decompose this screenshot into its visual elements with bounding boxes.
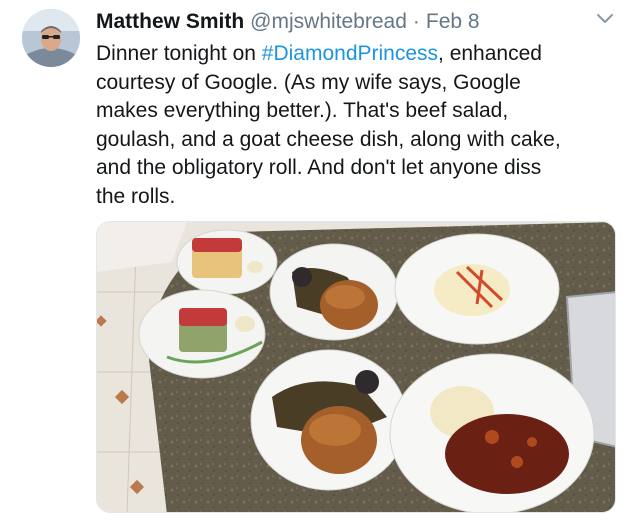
tweet-text-line: and the obligatory roll. And don't let a… — [96, 156, 542, 179]
tweet-header: Matthew Smith @mjswhitebread · Feb 8 — [96, 10, 480, 36]
author-name[interactable]: Matthew Smith — [96, 10, 244, 34]
tweet-photo[interactable] — [96, 221, 616, 513]
text-segment: , enhanced — [438, 42, 542, 65]
hashtag-link[interactable]: #DiamondPrincess — [262, 42, 438, 65]
author-handle[interactable]: @mjswhitebread — [250, 10, 407, 34]
tweet-date[interactable]: Feb 8 — [426, 10, 480, 34]
avatar[interactable] — [22, 9, 80, 67]
tweet-text-line: goulash, and a goat cheese dish, along w… — [96, 127, 561, 151]
tweet-text-line: courtesy of Google. (As my wife says, Go… — [96, 70, 521, 94]
dinner-photo — [97, 222, 615, 512]
more-options-button[interactable] — [595, 12, 615, 26]
chevron-down-icon — [597, 14, 613, 23]
text-segment: Dinner tonight on — [96, 42, 262, 65]
tweet[interactable]: Matthew Smith @mjswhitebread · Feb 8 Din… — [0, 0, 640, 523]
header-separator: · — [412, 10, 420, 33]
avatar-photo — [22, 9, 80, 67]
tweet-text-line: the rolls. — [96, 184, 176, 208]
tweet-text-line: Dinner tonight on #DiamondPrincess, enha… — [96, 40, 616, 69]
tweet-text: Dinner tonight on #DiamondPrincess, enha… — [96, 40, 616, 211]
tweet-text-line: makes everything better.). That's beef s… — [96, 99, 509, 122]
